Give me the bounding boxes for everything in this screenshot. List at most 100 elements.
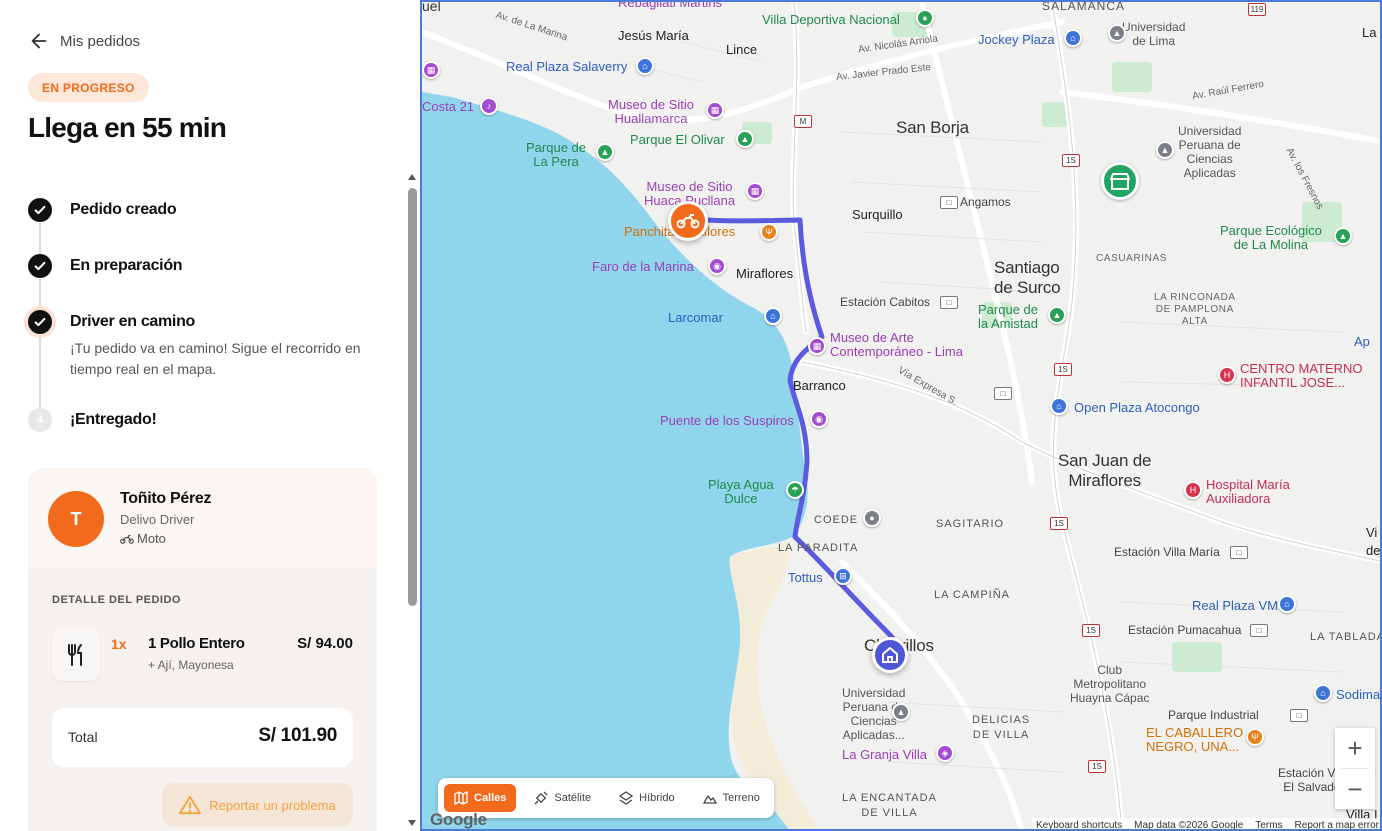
- step-title: ¡Entregado!: [70, 411, 157, 428]
- map-label-barranco: Barranco: [793, 378, 846, 393]
- keyboard-shortcuts-link[interactable]: Keyboard shortcuts: [1036, 820, 1122, 830]
- shopping-icon[interactable]: ⌂: [1050, 397, 1068, 415]
- transit-icon: □: [1230, 546, 1248, 559]
- store-icon[interactable]: [1101, 162, 1139, 200]
- museum-icon[interactable]: ▦: [808, 337, 826, 355]
- status-badge: EN PROGRESO: [28, 73, 149, 102]
- school-icon[interactable]: ▲: [892, 703, 910, 721]
- driver-marker[interactable]: [668, 201, 708, 241]
- location-icon[interactable]: ●: [863, 509, 881, 527]
- destination-marker[interactable]: [872, 637, 908, 673]
- museum-icon[interactable]: ▦: [746, 182, 764, 200]
- shopping-icon[interactable]: ⌂: [1278, 595, 1296, 613]
- map-type-control: Calles Satélite Híbrido Terreno: [438, 778, 774, 818]
- hospital-icon[interactable]: H: [1184, 481, 1202, 499]
- report-map-error-link[interactable]: Report a map error: [1295, 820, 1379, 830]
- shopping-icon[interactable]: ⌂: [636, 57, 654, 75]
- step-number: 4: [28, 408, 52, 432]
- map-label-san-borja: San Borja: [896, 118, 969, 137]
- terrain-icon: [702, 794, 717, 804]
- map-label-casuarinas: CASUARINAS: [1096, 253, 1168, 264]
- stadium-icon[interactable]: ●: [916, 9, 934, 27]
- shopping-icon[interactable]: ⌂: [764, 307, 782, 325]
- poi-label-olivar: Parque El Olivar: [630, 132, 725, 147]
- back-label: Mis pedidos: [60, 32, 141, 50]
- map-type-label: Terreno: [722, 792, 760, 804]
- restaurant-icon[interactable]: Ψ: [1246, 728, 1264, 746]
- school-icon[interactable]: ▲: [1156, 141, 1174, 159]
- hospital-icon[interactable]: H: [1218, 366, 1236, 384]
- beach-icon[interactable]: ☂: [786, 481, 804, 499]
- attraction-icon[interactable]: ◈: [936, 744, 954, 762]
- detail-label: DETALLE DEL PEDIDO: [52, 594, 181, 606]
- motorcycle-icon: [120, 534, 134, 544]
- transit-icon: □: [1290, 709, 1308, 722]
- item-qty: 1x: [111, 636, 127, 652]
- map-label-la-campina: LA CAMPIÑA: [934, 589, 1011, 601]
- report-problem-button[interactable]: Reportar un problema: [162, 783, 353, 827]
- step-delivered: 4 ¡Entregado!: [28, 408, 388, 432]
- item-extras: + Ají, Mayonesa: [148, 658, 234, 672]
- shopping-icon[interactable]: ⌂: [1064, 29, 1082, 47]
- poi-label-salaverry: Real Plaza Salaverry: [506, 59, 628, 74]
- map-label-salamanca: SALAMANCA: [1042, 0, 1126, 13]
- transit-icon: □: [1250, 624, 1268, 637]
- order-panel: Mis pedidos EN PROGRESO Llega en 55 min …: [0, 0, 420, 831]
- poi-label-tottus: Tottus: [788, 570, 823, 585]
- restaurant-icon[interactable]: Ψ: [760, 223, 778, 241]
- map-label-la-moli: La Moli: [1362, 25, 1380, 40]
- poi-label-playa: Playa Agua Dulce: [708, 477, 774, 506]
- motorcycle-icon: [676, 214, 700, 229]
- terms-link[interactable]: Terms: [1255, 820, 1282, 830]
- map-attribution: Keyboard shortcuts Map data ©2026 Google…: [1032, 818, 1380, 831]
- map-label-encantada: LA ENCANTADA DE VILLA: [842, 792, 937, 819]
- report-label: Reportar un problema: [209, 797, 336, 813]
- map-label-la-paradita: LA PARADITA: [778, 542, 859, 554]
- back-link[interactable]: Mis pedidos: [28, 28, 140, 54]
- poi-label-u-lima: Universidad de Lima: [1122, 20, 1186, 48]
- transit-icon: □: [994, 387, 1012, 400]
- poi-label-villa-deportiva: Villa Deportiva Nacional: [762, 12, 900, 27]
- museum-icon[interactable]: ▦: [706, 101, 724, 119]
- music-icon[interactable]: ♪: [480, 97, 498, 115]
- route-shield: 1S: [1082, 624, 1100, 637]
- home-icon: [882, 647, 898, 663]
- map-type-hybrid[interactable]: Híbrido: [609, 784, 684, 812]
- route-shield: 119: [1248, 3, 1266, 16]
- satellite-icon: [534, 791, 548, 805]
- shopping-icon[interactable]: ⌂: [1314, 684, 1332, 702]
- driver-role: Delivo Driver: [120, 512, 195, 527]
- scrollbar[interactable]: [404, 172, 420, 831]
- map-data-text: Map data ©2026 Google: [1134, 819, 1244, 831]
- park-icon[interactable]: ▲: [596, 143, 614, 161]
- park-icon[interactable]: ▲: [1334, 227, 1352, 245]
- poi-label-villa-maria: Estación Villa María: [1114, 545, 1220, 559]
- museum-icon[interactable]: ▦: [422, 61, 440, 79]
- driver-card: T Toñito Pérez Delivo Driver Moto: [28, 468, 377, 570]
- scroll-up-arrow-icon[interactable]: [408, 174, 416, 180]
- school-icon[interactable]: ▲: [1108, 24, 1126, 42]
- map-type-streets[interactable]: Calles: [444, 784, 517, 812]
- scroll-down-arrow-icon[interactable]: [408, 820, 416, 826]
- camera-icon[interactable]: ◉: [708, 257, 726, 275]
- map-type-terrain[interactable]: Terreno: [693, 784, 770, 812]
- map-label-sagitario: SAGITARIO: [936, 518, 1005, 530]
- scroll-thumb[interactable]: [408, 188, 417, 606]
- map[interactable]: San Borja Santiago de Surco San Juan de …: [420, 0, 1382, 831]
- cart-icon[interactable]: ⊞: [834, 567, 852, 585]
- map-label-miraflores: Miraflores: [736, 266, 794, 281]
- park-icon[interactable]: ▲: [736, 130, 754, 148]
- driver-vehicle: Moto: [120, 531, 166, 546]
- park-icon[interactable]: ▲: [1048, 306, 1066, 324]
- poi-label-cabitos: Estación Cabitos: [840, 295, 931, 309]
- poi-label-pumacahua: Estación Pumacahua: [1128, 623, 1242, 637]
- camera-icon[interactable]: ◉: [810, 410, 828, 428]
- step-title: Pedido creado: [70, 201, 177, 218]
- total-label: Total: [68, 729, 98, 745]
- map-type-satellite[interactable]: Satélite: [524, 784, 601, 812]
- zoom-in-button[interactable]: +: [1335, 728, 1375, 768]
- check-icon: [28, 198, 52, 222]
- map-label-santiago: Santiago de Surco: [994, 258, 1061, 297]
- map-label-lince: Lince: [726, 42, 758, 57]
- zoom-out-button[interactable]: −: [1335, 769, 1375, 809]
